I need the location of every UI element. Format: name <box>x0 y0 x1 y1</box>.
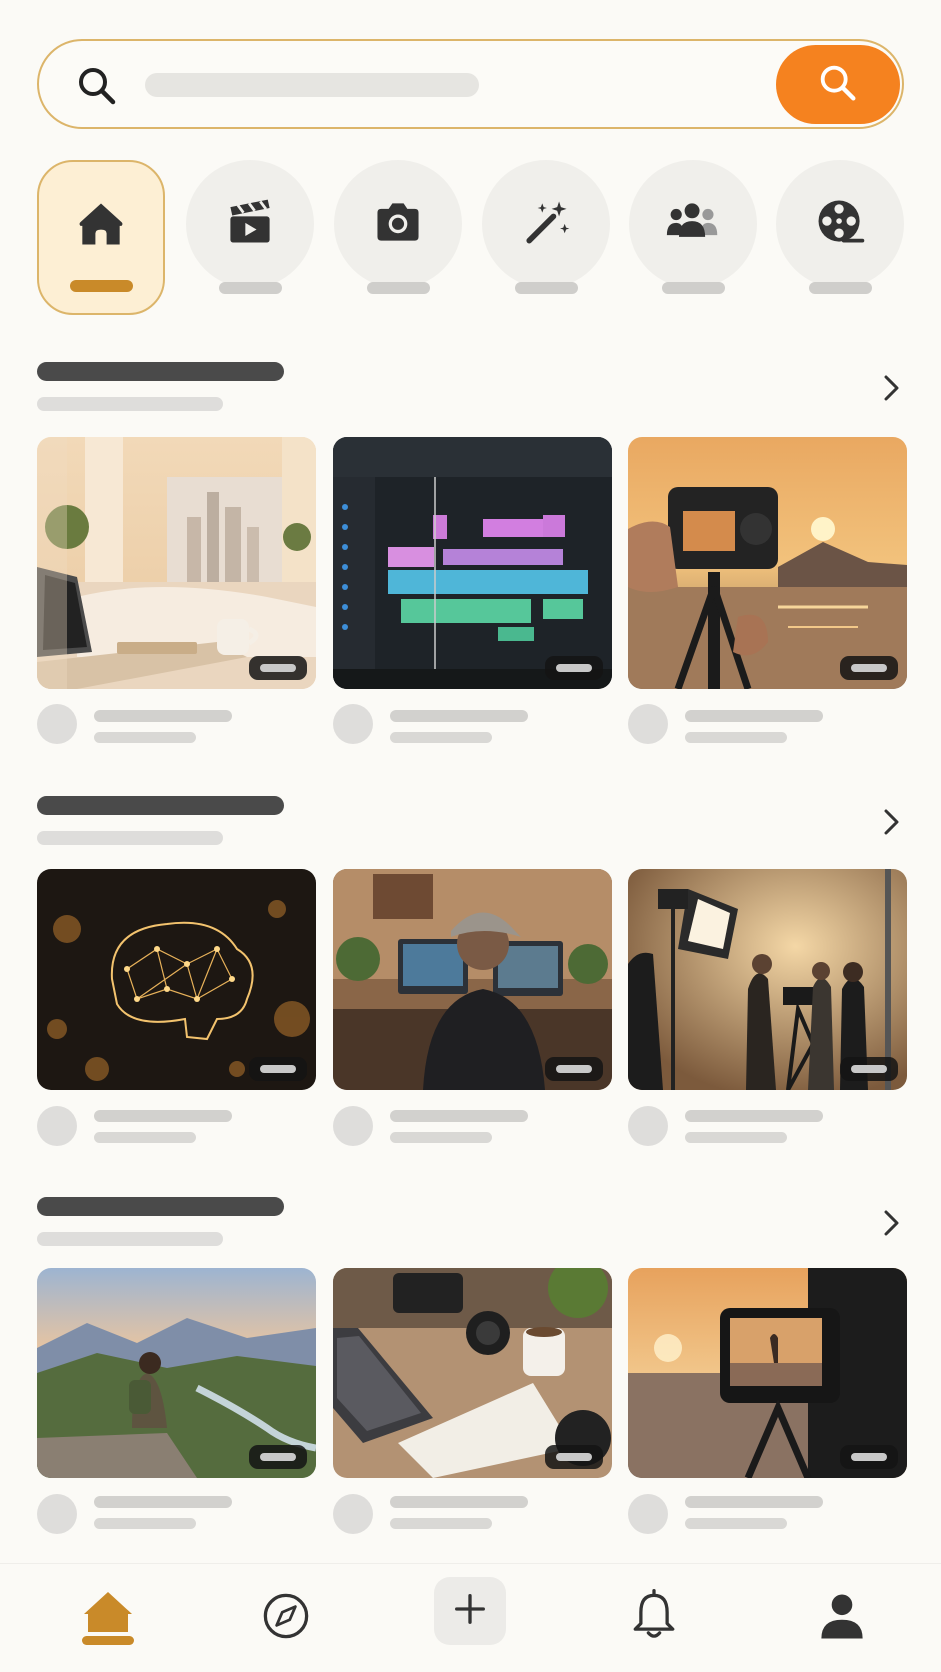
video-author <box>685 710 823 722</box>
avatar <box>628 704 668 744</box>
video-meta <box>390 1132 492 1143</box>
search-bar <box>37 39 904 129</box>
video-author <box>94 710 232 722</box>
search-icon <box>73 62 121 110</box>
video-card[interactable] <box>333 1268 612 1583</box>
video-meta <box>390 732 492 743</box>
section-subtitle <box>37 397 223 411</box>
video-card[interactable] <box>37 869 316 1184</box>
video-meta <box>685 732 787 743</box>
bell-icon <box>624 1586 684 1651</box>
home-icon <box>73 196 129 257</box>
section-subtitle <box>37 831 223 845</box>
section-subtitle <box>37 1232 223 1246</box>
video-card[interactable] <box>37 1268 316 1583</box>
nav-home[interactable] <box>76 1586 140 1650</box>
avatar <box>333 1494 373 1534</box>
search-input[interactable] <box>145 73 479 97</box>
video-card[interactable] <box>628 869 907 1184</box>
category-home[interactable] <box>37 160 165 315</box>
avatar <box>37 704 77 744</box>
magic-wand-icon <box>518 194 574 255</box>
duration-badge <box>249 1445 307 1469</box>
bottom-navigation <box>0 1563 941 1672</box>
video-thumbnail <box>333 1268 612 1478</box>
user-icon <box>812 1586 872 1651</box>
video-meta <box>94 732 196 743</box>
video-thumbnail <box>333 869 612 1090</box>
nav-notifications[interactable] <box>622 1586 686 1650</box>
search-icon <box>815 60 861 109</box>
nav-create-button[interactable] <box>434 1577 506 1645</box>
category-effects[interactable] <box>482 160 610 315</box>
video-author <box>94 1496 232 1508</box>
category-community[interactable] <box>629 160 757 315</box>
duration-badge <box>249 656 307 680</box>
video-meta <box>390 1518 492 1529</box>
home-icon <box>76 1584 140 1653</box>
video-author <box>685 1496 823 1508</box>
duration-badge <box>840 1445 898 1469</box>
video-author <box>390 1496 528 1508</box>
category-label <box>661 282 725 294</box>
plus-icon <box>451 1590 489 1633</box>
avatar <box>37 1106 77 1146</box>
video-card[interactable] <box>37 437 316 752</box>
video-thumbnail <box>628 437 907 689</box>
compass-icon <box>256 1586 316 1651</box>
category-label <box>218 282 282 294</box>
video-thumbnail <box>628 1268 907 1478</box>
search-submit-button[interactable] <box>776 45 900 124</box>
nav-profile[interactable] <box>810 1586 874 1650</box>
video-thumbnail <box>628 869 907 1090</box>
avatar <box>628 1494 668 1534</box>
video-card[interactable] <box>628 1268 907 1583</box>
film-reel-icon <box>812 194 868 255</box>
video-thumbnail <box>333 437 612 689</box>
category-label <box>69 280 133 292</box>
section-title <box>37 796 284 815</box>
section-title <box>37 362 284 381</box>
duration-badge <box>249 1057 307 1081</box>
avatar <box>37 1494 77 1534</box>
clapperboard-icon <box>222 194 278 255</box>
duration-badge <box>545 1445 603 1469</box>
group-icon <box>663 194 723 255</box>
video-meta <box>685 1132 787 1143</box>
video-meta <box>94 1132 196 1143</box>
duration-badge <box>840 1057 898 1081</box>
duration-badge <box>545 656 603 680</box>
video-author <box>94 1110 232 1122</box>
category-label <box>808 282 872 294</box>
avatar <box>628 1106 668 1146</box>
category-reels[interactable] <box>776 160 904 315</box>
category-label <box>366 282 430 294</box>
video-thumbnail <box>37 1268 316 1478</box>
video-card[interactable] <box>333 437 612 752</box>
video-author <box>390 1110 528 1122</box>
video-card[interactable] <box>628 437 907 752</box>
chevron-right-icon[interactable] <box>877 1207 905 1239</box>
video-meta <box>685 1518 787 1529</box>
avatar <box>333 704 373 744</box>
video-thumbnail <box>37 437 316 689</box>
category-label <box>514 282 578 294</box>
section-title <box>37 1197 284 1216</box>
category-film[interactable] <box>186 160 314 315</box>
video-thumbnail <box>37 869 316 1090</box>
duration-badge <box>545 1057 603 1081</box>
category-photo[interactable] <box>334 160 462 315</box>
chevron-right-icon[interactable] <box>877 806 905 838</box>
video-card[interactable] <box>333 869 612 1184</box>
video-author <box>685 1110 823 1122</box>
avatar <box>333 1106 373 1146</box>
nav-explore[interactable] <box>254 1586 318 1650</box>
video-author <box>390 710 528 722</box>
duration-badge <box>840 656 898 680</box>
video-meta <box>94 1518 196 1529</box>
chevron-right-icon[interactable] <box>877 372 905 404</box>
camera-icon <box>370 194 426 255</box>
